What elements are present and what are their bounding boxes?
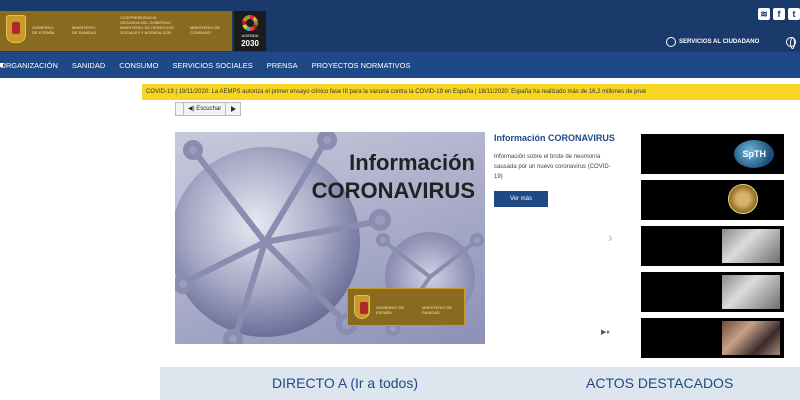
nav-item-servicios-sociales[interactable]: SERVICIOS SOCIALES	[172, 61, 252, 70]
facebook-icon[interactable]: f	[773, 8, 785, 20]
news-photo	[722, 275, 780, 309]
gov-badge-text-3: VICEPRESIDENCIA SEGUNDA DEL GOBIERNO MIN…	[120, 15, 174, 35]
main-navigation: ORGANIZACIÓN SANIDAD CONSUMO SERVICIOS S…	[0, 52, 800, 78]
coat-of-arms-icon	[6, 15, 26, 43]
hero-banner[interactable]: Información CORONAVIRUS GOBIERNO DE ESPA…	[175, 132, 485, 344]
news-photo	[722, 321, 780, 355]
nav-lead-marker	[0, 63, 3, 67]
listen-widget: ◀) Escuchar	[175, 102, 242, 116]
hero-title-line2: CORONAVIRUS	[311, 178, 475, 203]
ticker-text: COVID-19 | 19/11/2020: La AEMPS autoriza…	[146, 89, 647, 95]
government-logo[interactable]: GOBIERNO DE ESPAÑA MINISTERIO DE SANIDAD…	[0, 11, 232, 51]
info-title-link[interactable]: Información CORONAVIRUS	[494, 133, 615, 143]
medal-icon	[728, 184, 758, 214]
gov-badge-text-2: MINISTERIO DE SANIDAD	[72, 25, 97, 35]
gov-badge-text-1: GOBIERNO DE ESPAÑA	[32, 25, 55, 35]
gov-badge-text-4: MINISTERIO DE CONSUMO	[190, 25, 221, 35]
carousel-play-pause-icon[interactable]: ▶⏸	[601, 328, 610, 337]
twitter-icon[interactable]: t	[788, 8, 800, 20]
coat-of-arms-icon	[354, 295, 370, 319]
nav-item-sanidad[interactable]: SANIDAD	[72, 61, 105, 70]
thumbnail-spth[interactable]: SpTH	[641, 134, 784, 174]
hero-gov-logo: GOBIERNO DE ESPAÑA MINISTERIO DE SANIDAD	[347, 288, 465, 326]
sdg-wheel-icon	[242, 15, 258, 31]
top-header: GOBIERNO DE ESPAÑA MINISTERIO DE SANIDAD…	[0, 0, 800, 52]
hero-gov-text-2: MINISTERIO DE SANIDAD	[422, 305, 453, 315]
hero-title-line1: Información	[349, 150, 475, 175]
citizen-services-link[interactable]: SERVICIOS AL CIUDADANO	[666, 36, 759, 48]
citizen-services-label: SERVICIOS AL CIUDADANO	[679, 39, 760, 45]
agenda-label: AGENDA	[241, 33, 259, 38]
thumbnail-photo-2[interactable]	[641, 272, 784, 312]
nav-item-prensa[interactable]: PRENSA	[267, 61, 298, 70]
news-ticker[interactable]: COVID-19 | 19/11/2020: La AEMPS autoriza…	[142, 84, 800, 100]
language-globe-icon[interactable]	[786, 37, 796, 49]
hero-gov-text-1: GOBIERNO DE ESPAÑA	[376, 305, 405, 315]
listen-button[interactable]: ◀) Escuchar	[184, 103, 227, 115]
nav-item-organizacion[interactable]: ORGANIZACIÓN	[0, 61, 58, 70]
thumbnail-medal[interactable]	[641, 180, 784, 220]
spth-label: SpTH	[742, 149, 767, 159]
nav-item-consumo[interactable]: CONSUMO	[119, 61, 158, 70]
citizen-services-icon	[666, 37, 676, 47]
rss-icon[interactable]: ≋	[758, 8, 770, 20]
nav-item-proyectos-normativos[interactable]: PROYECTOS NORMATIVOS	[312, 61, 411, 70]
thumbnail-photo-1[interactable]	[641, 226, 784, 266]
listen-menu-button[interactable]	[176, 103, 184, 115]
listen-play-icon[interactable]	[226, 103, 240, 115]
carousel-next-icon[interactable]: ›	[608, 229, 613, 245]
actos-destacados-heading: ACTOS DESTACADOS	[586, 375, 734, 391]
agenda-2030-logo[interactable]: AGENDA 2030	[234, 11, 266, 51]
speaker-icon: ◀)	[188, 106, 195, 112]
ver-mas-button[interactable]: Ver más	[494, 191, 548, 207]
agenda-year: 2030	[241, 39, 259, 48]
info-description: Información sobre el brote de neumonía c…	[494, 154, 611, 180]
thumbnail-photo-3[interactable]	[641, 318, 784, 358]
news-photo	[722, 229, 780, 263]
directo-a-link[interactable]: DIRECTO A (Ir a todos)	[272, 375, 418, 391]
listen-label: Escuchar	[196, 106, 222, 112]
